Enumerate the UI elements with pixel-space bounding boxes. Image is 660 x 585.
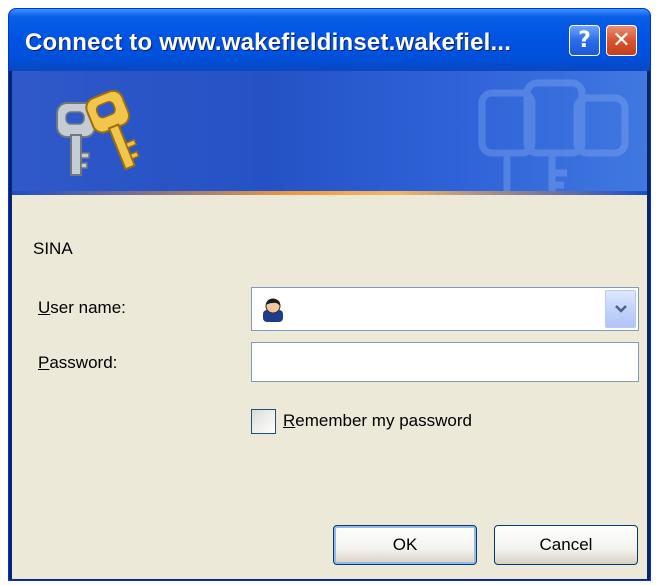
close-button[interactable]: ✕ xyxy=(606,25,637,56)
username-combobox[interactable] xyxy=(251,287,639,331)
title-bar[interactable]: Connect to www.wakefieldinset.wakefiel..… xyxy=(9,9,650,71)
remember-password-label[interactable]: Remember my password xyxy=(283,411,472,431)
cancel-button[interactable]: Cancel xyxy=(494,525,638,565)
help-button[interactable]: ? xyxy=(569,25,600,56)
keys-icon xyxy=(56,89,140,176)
dialog-body: SINA User name: Password: Remember my pa… xyxy=(12,195,647,579)
ok-button[interactable]: OK xyxy=(333,525,477,565)
password-field[interactable] xyxy=(251,342,639,382)
cancel-button-label: Cancel xyxy=(539,535,593,554)
dialog-title: Connect to www.wakefieldinset.wakefiel..… xyxy=(25,29,512,56)
username-label: User name: xyxy=(38,298,126,318)
keys-watermark-icon xyxy=(478,79,629,191)
username-dropdown-button[interactable] xyxy=(605,290,636,328)
username-label-accesskey: U xyxy=(38,298,51,317)
close-icon: ✕ xyxy=(612,28,631,53)
password-label-accesskey: P xyxy=(38,353,50,372)
realm-text: SINA xyxy=(33,239,73,258)
remember-label-text: emember my password xyxy=(295,411,472,430)
password-label-text: assword: xyxy=(49,353,118,372)
help-icon: ? xyxy=(578,28,591,53)
password-label: Password: xyxy=(38,353,117,373)
user-avatar-icon xyxy=(263,298,283,322)
remember-password-checkbox[interactable] xyxy=(251,409,276,434)
ok-button-label: OK xyxy=(392,535,418,554)
username-label-text: ser name: xyxy=(50,298,126,317)
header-banner xyxy=(12,71,647,191)
remember-label-accesskey: R xyxy=(283,411,296,430)
login-dialog: Connect to www.wakefieldinset.wakefiel..… xyxy=(8,8,651,581)
chevron-down-icon xyxy=(614,305,627,313)
